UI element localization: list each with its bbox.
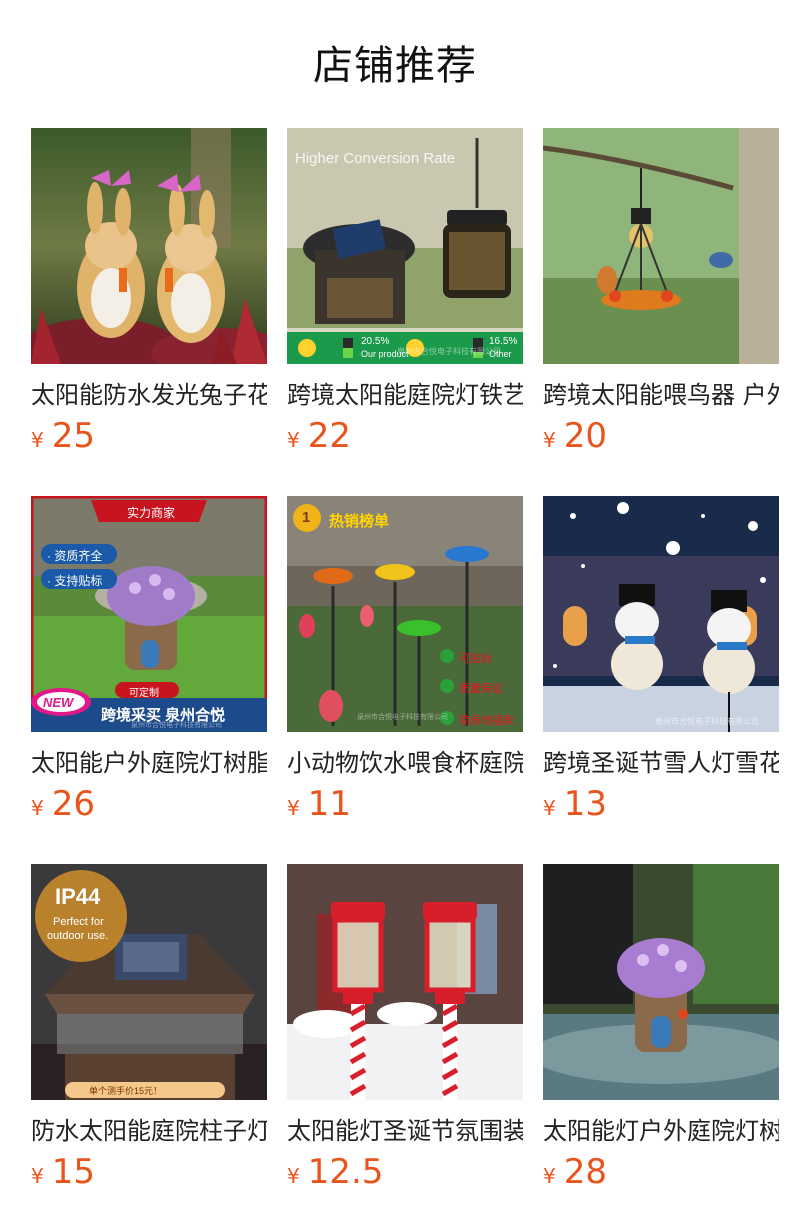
image-watermark: 泉州市合悦电子科技有限公司: [131, 722, 222, 729]
currency-symbol: ¥: [543, 428, 556, 452]
ip-badge-line: outdoor use.: [47, 930, 109, 942]
product-title[interactable]: 太阳能防水发光兔子花园装饰灯: [31, 378, 267, 412]
rank-label: 热销榜单: [329, 513, 390, 530]
product-image-lantern[interactable]: Higher Conversion Rate 20.5% Our product…: [287, 128, 523, 364]
check-label: 质量保证: [459, 683, 503, 695]
price-value: 15: [51, 1152, 95, 1192]
product-card[interactable]: 太阳能灯户外庭院灯树脂小屋 ¥28: [543, 864, 779, 1232]
product-title[interactable]: 跨境圣诞节雪人灯雪花投影灯: [543, 746, 779, 780]
price-value: 22: [307, 416, 351, 456]
image-watermark: 泉州市合悦电子科技有限公司: [397, 347, 501, 356]
product-title[interactable]: 防水太阳能庭院柱子灯柱头灯: [31, 1114, 267, 1148]
check-label: 简易地插款: [459, 715, 514, 727]
currency-symbol: ¥: [543, 796, 556, 820]
currency-symbol: ¥: [287, 796, 300, 820]
product-price: ¥28: [543, 1150, 779, 1194]
ip-badge-line: Perfect for: [53, 916, 104, 928]
currency-symbol: ¥: [543, 1164, 556, 1188]
currency-symbol: ¥: [287, 1164, 300, 1188]
price-value: 20: [563, 416, 607, 456]
product-image-feeding-cups[interactable]: 1 热销榜单 可贴标 质量保证 简易地插款 泉州市合悦电子科技有限公司: [287, 496, 523, 732]
image-headline: Higher Conversion Rate: [295, 150, 456, 167]
currency-symbol: ¥: [31, 428, 44, 452]
image-stat: 20.5%: [361, 336, 390, 347]
image-custom-tag: 可定制: [129, 688, 159, 699]
product-image-bird-feeder[interactable]: [543, 128, 779, 364]
product-price: ¥12.5: [287, 1150, 523, 1194]
product-price: ¥13: [543, 782, 779, 826]
product-price: ¥11: [287, 782, 523, 826]
product-image-fairy-house[interactable]: [543, 864, 779, 1100]
product-price: ¥15: [31, 1150, 267, 1194]
price-value: 12.5: [307, 1152, 384, 1192]
currency-symbol: ¥: [31, 796, 44, 820]
price-value: 13: [563, 784, 607, 824]
product-image-snowman[interactable]: 泉州市合悦电子科技有限公司: [543, 496, 779, 732]
price-value: 11: [307, 784, 351, 824]
product-image-rabbits[interactable]: [31, 128, 267, 364]
product-title[interactable]: 太阳能灯圣诞节氛围装饰地插灯: [287, 1114, 523, 1148]
product-title[interactable]: 小动物饮水喂食杯庭院插地灯: [287, 746, 523, 780]
product-title[interactable]: 太阳能户外庭院灯树脂蘑菇屋: [31, 746, 267, 780]
price-value: 25: [51, 416, 95, 456]
currency-symbol: ¥: [287, 428, 300, 452]
page-title: 店铺推荐: [313, 43, 477, 89]
image-banner: 实力商家: [127, 506, 176, 520]
price-value: 28: [563, 1152, 607, 1192]
image-bottom-note: 单个测手价15元！: [89, 1086, 163, 1096]
currency-symbol: ¥: [31, 1164, 44, 1188]
price-value: 26: [51, 784, 95, 824]
product-title[interactable]: 跨境太阳能庭院灯铁艺手提灯: [287, 378, 523, 412]
product-card[interactable]: 跨境太阳能喂鸟器 户外悬挂 ¥20: [543, 128, 779, 496]
image-watermark: 泉州市合悦电子科技有限公司: [655, 717, 759, 726]
product-price: ¥20: [543, 414, 779, 458]
rank-number: 1: [302, 509, 311, 526]
image-watermark: 泉州市合悦电子科技有限公司: [357, 714, 448, 721]
product-card[interactable]: 泉州市合悦电子科技有限公司 跨境圣诞节雪人灯雪花投影灯 ¥13: [543, 496, 779, 864]
product-price: ¥26: [31, 782, 267, 826]
product-title[interactable]: 太阳能灯户外庭院灯树脂小屋: [543, 1114, 779, 1148]
ip-badge-title: IP44: [55, 884, 101, 909]
product-card[interactable]: 太阳能防水发光兔子花园装饰灯 ¥25: [31, 128, 267, 496]
product-title[interactable]: 跨境太阳能喂鸟器 户外悬挂: [543, 378, 779, 412]
product-price: ¥25: [31, 414, 267, 458]
product-card[interactable]: Higher Conversion Rate 20.5% Our product…: [287, 128, 523, 496]
product-card[interactable]: IP44 Perfect for outdoor use. 单个测手价15元！ …: [31, 864, 267, 1232]
product-image-post-cap[interactable]: IP44 Perfect for outdoor use. 单个测手价15元！: [31, 864, 267, 1100]
product-card[interactable]: 1 热销榜单 可贴标 质量保证 简易地插款 泉州市合悦电子科技有限公司 小动物饮…: [287, 496, 523, 864]
product-price: ¥22: [287, 414, 523, 458]
product-image-christmas-stakes[interactable]: [287, 864, 523, 1100]
product-card[interactable]: 太阳能灯圣诞节氛围装饰地插灯 ¥12.5: [287, 864, 523, 1232]
product-card[interactable]: 实力商家 · 资质齐全 · 支持贴标 可定制 NEW 跨境采买 泉州合悦 泉州市…: [31, 496, 267, 864]
product-grid: 太阳能防水发光兔子花园装饰灯 ¥25: [31, 128, 779, 1232]
new-badge: NEW: [43, 695, 74, 710]
image-tag: · 支持贴标: [47, 574, 103, 588]
check-label: 可贴标: [459, 653, 492, 665]
image-tag: · 资质齐全: [47, 549, 103, 563]
product-image-mushroom-house[interactable]: 实力商家 · 资质齐全 · 支持贴标 可定制 NEW 跨境采买 泉州合悦 泉州市…: [31, 496, 267, 732]
